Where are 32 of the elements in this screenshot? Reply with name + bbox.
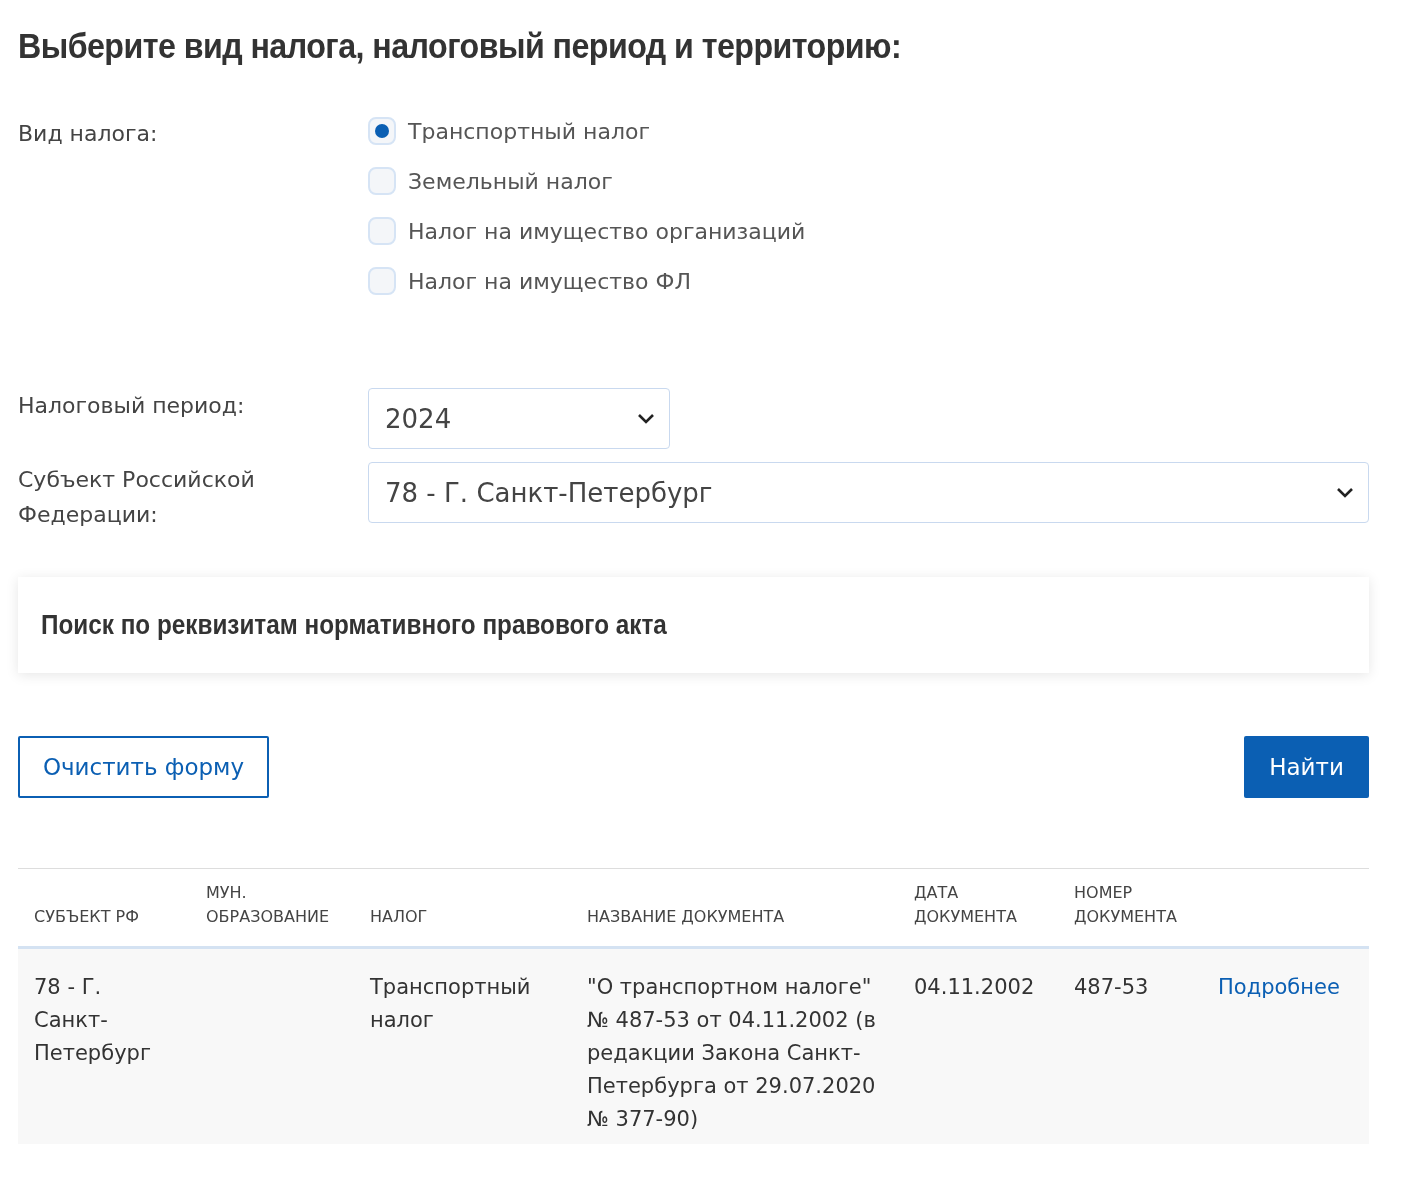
table-cell-text: 04.11.2002: [913, 974, 1036, 1001]
radio-label[interactable]: Земельный налог: [408, 168, 613, 194]
field-label: Вид налога:: [18, 120, 159, 148]
period-select[interactable]: 2024: [368, 388, 670, 449]
column-header: НАЗВАНИЕ ДОКУМЕНТА: [586, 906, 786, 928]
column-header: МУН. ОБРАЗОВАНИЕ: [205, 882, 331, 928]
column-header: ДАТА ДОКУМЕНТА: [913, 882, 1018, 928]
table-cell-text: "О транспортном налоге" № 487-53 от 04.11.2002 (в редакции Закона Санкт-Петербурга от 29.07.2020 № 377-90): [586, 974, 877, 1133]
search-panel[interactable]: Поиск по реквизитам нормативного правового акта: [18, 577, 1369, 673]
find-button[interactable]: Найти: [1244, 736, 1369, 798]
radio-button[interactable]: [368, 217, 396, 245]
radio-label[interactable]: Налог на имущество ФЛ: [408, 268, 691, 294]
details-link[interactable]: Подробнее: [1218, 975, 1340, 999]
radio-label[interactable]: Транспортный налог: [408, 118, 650, 144]
field-label: Субъект Российской Федерации:: [18, 466, 256, 529]
table-cell-text: 78 - Г. Санкт-Петербург: [33, 974, 152, 1067]
table-cell-text: 487-53: [1073, 974, 1150, 1001]
radio-button[interactable]: [368, 117, 396, 145]
chevron-down-icon: [1336, 486, 1354, 499]
radio-label[interactable]: Налог на имущество организаций: [408, 218, 806, 244]
region-select[interactable]: 78 - Г. Санкт-Петербург: [368, 462, 1369, 523]
column-header: НАЛОГ: [369, 906, 429, 928]
radio-button[interactable]: [368, 267, 396, 295]
panel-title: Поиск по реквизитам нормативного правового акта: [41, 609, 667, 641]
field-label: Налоговый период:: [18, 392, 246, 420]
clear-form-button[interactable]: Очистить форму: [18, 736, 269, 798]
table-cell-text: Транспортный налог: [369, 974, 532, 1034]
radio-button[interactable]: [368, 167, 396, 195]
column-header: СУБЪЕКТ РФ: [33, 906, 140, 928]
page-title: Выберите вид налога, налоговый период и территорию:: [18, 25, 903, 67]
chevron-down-icon: [637, 412, 655, 425]
column-header: НОМЕР ДОКУМЕНТА: [1073, 882, 1178, 928]
